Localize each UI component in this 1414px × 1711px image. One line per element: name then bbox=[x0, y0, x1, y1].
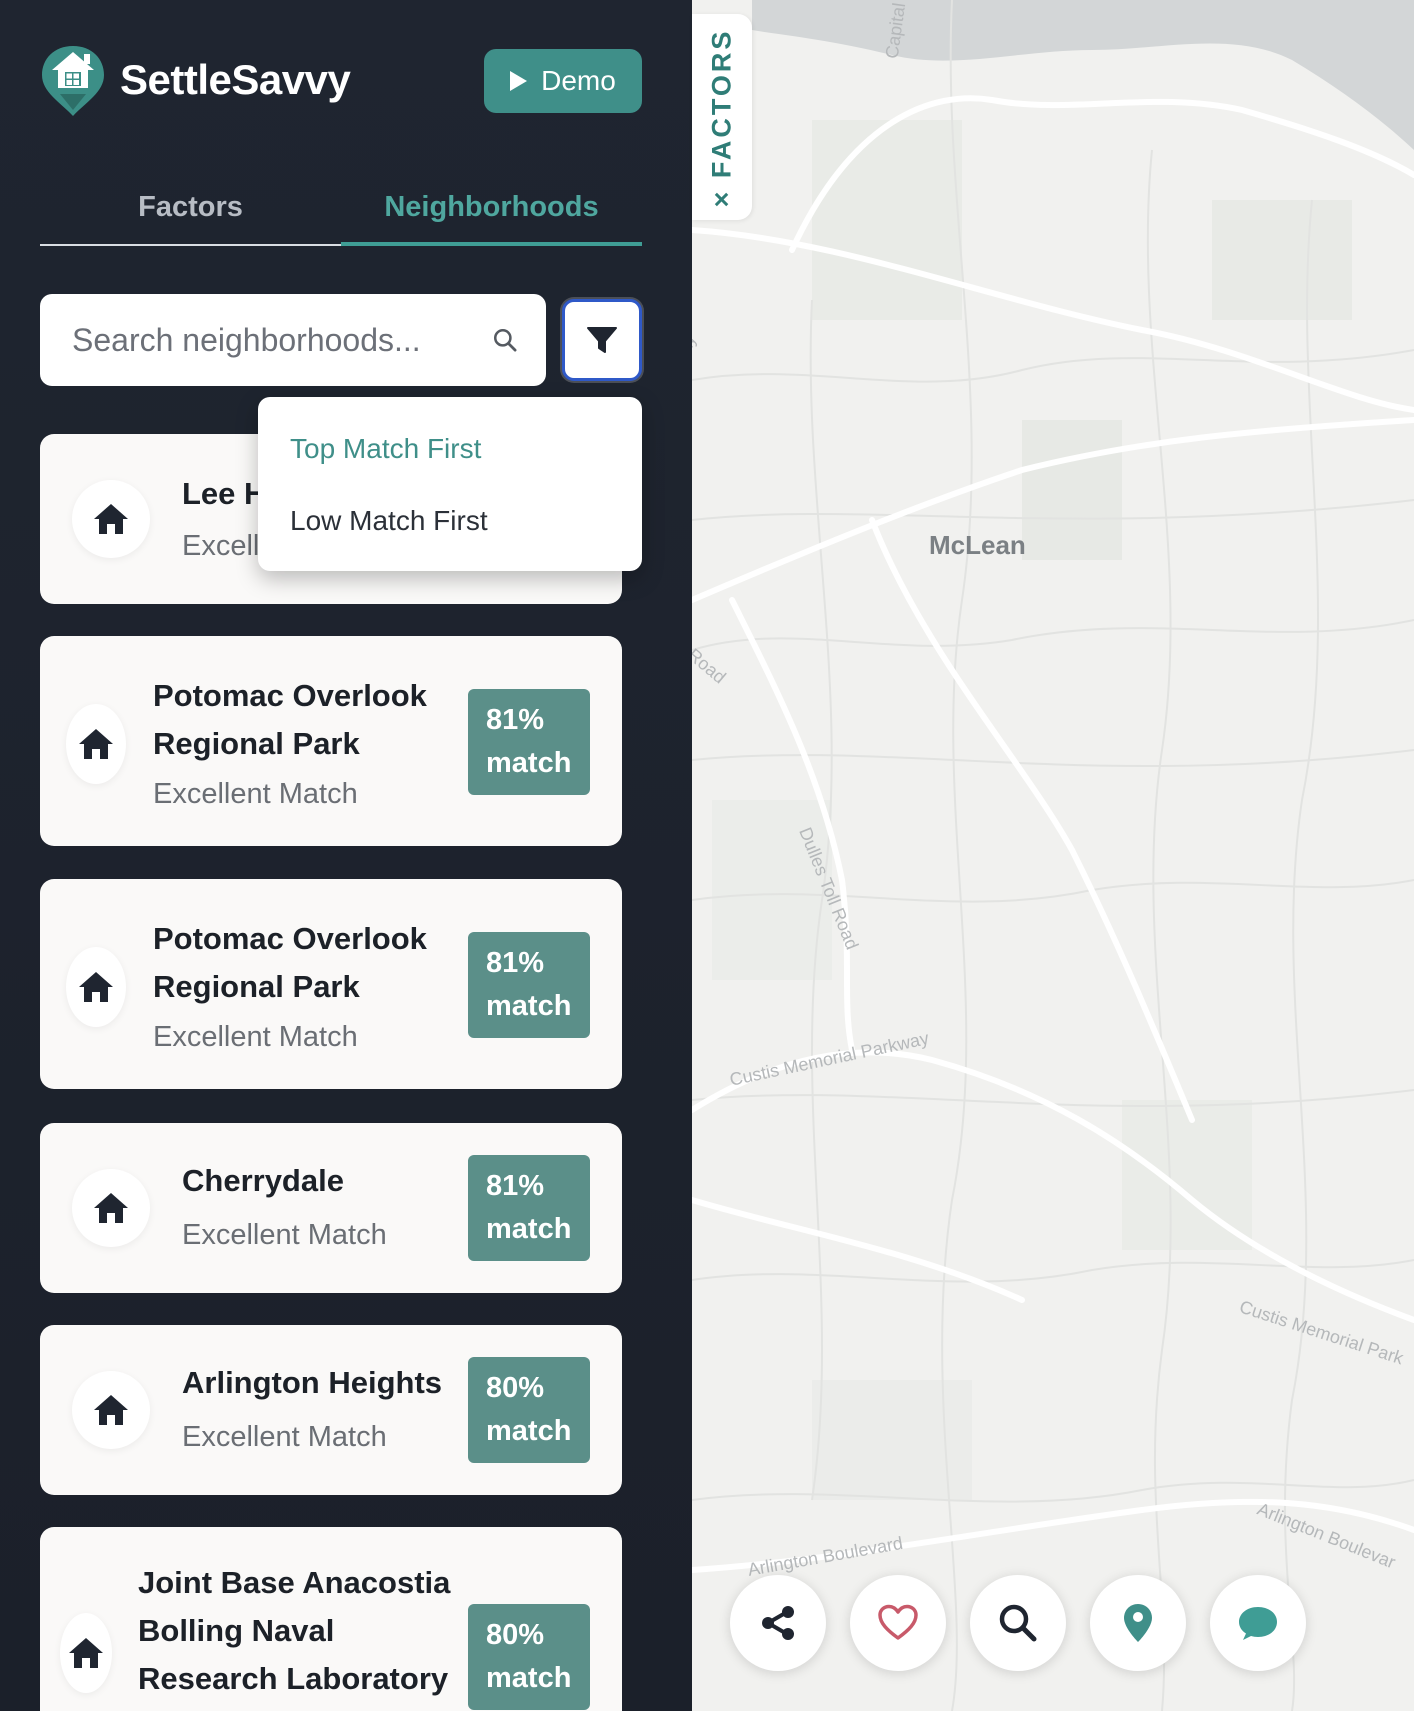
location-pin-icon bbox=[1124, 1604, 1152, 1642]
match-rating: Excellent Match bbox=[182, 1219, 387, 1251]
search-icon bbox=[999, 1604, 1037, 1642]
match-word: match bbox=[486, 747, 572, 779]
match-rating: Excellent Match bbox=[182, 1421, 387, 1453]
chat-button[interactable] bbox=[1210, 1575, 1306, 1671]
map-canvas bbox=[692, 0, 1414, 1711]
demo-button-label: Demo bbox=[541, 65, 616, 96]
neighborhood-name-line: Joint Base Anacostia bbox=[138, 1565, 451, 1600]
match-percent: 80% bbox=[486, 1619, 545, 1651]
logo-icon bbox=[42, 46, 104, 116]
neighborhood-name-line: Regional Park bbox=[153, 969, 360, 1004]
home-icon bbox=[69, 1638, 103, 1668]
location-button[interactable] bbox=[1090, 1575, 1186, 1671]
home-icon bbox=[79, 972, 113, 1002]
neighborhood-card[interactable]: Arlington Heights Excellent Match 80% ma… bbox=[40, 1325, 622, 1495]
share-button[interactable] bbox=[730, 1575, 826, 1671]
match-percent: 80% bbox=[486, 1372, 545, 1404]
avatar bbox=[72, 480, 150, 558]
search-box bbox=[40, 294, 546, 386]
home-icon bbox=[79, 729, 113, 759]
factors-toggle-label: × FACTORS bbox=[706, 28, 737, 208]
neighborhood-name: Arlington Heights bbox=[182, 1365, 443, 1400]
avatar bbox=[72, 1371, 150, 1449]
filter-icon bbox=[587, 327, 617, 353]
active-tab-indicator bbox=[341, 242, 642, 246]
tab-bar: Factors Neighborhoods bbox=[40, 170, 642, 246]
neighborhood-name-line: Bolling Naval bbox=[138, 1613, 335, 1648]
match-word: match bbox=[486, 1213, 572, 1245]
avatar bbox=[72, 1169, 150, 1247]
match-percent: 81% bbox=[486, 947, 545, 979]
match-rating: Excellent Match bbox=[153, 1021, 358, 1053]
match-percent: 81% bbox=[486, 704, 545, 736]
tab-factors[interactable]: Factors bbox=[40, 170, 341, 244]
match-badge: 80% match bbox=[468, 1604, 590, 1710]
neighborhood-name-line: Regional Park bbox=[153, 726, 360, 761]
match-percent: 81% bbox=[486, 1170, 545, 1202]
play-icon bbox=[510, 71, 528, 91]
neighborhood-card[interactable]: Cherrydale Excellent Match 81% match bbox=[40, 1123, 622, 1293]
search-map-button[interactable] bbox=[970, 1575, 1066, 1671]
filter-button[interactable] bbox=[562, 299, 642, 381]
match-word: match bbox=[486, 990, 572, 1022]
map[interactable]: Capital tway Road Dulles Toll Road Custi… bbox=[692, 0, 1414, 1711]
neighborhood-name-line: Potomac Overlook bbox=[153, 921, 427, 956]
match-rating: Excellent Match bbox=[153, 778, 358, 810]
chat-icon bbox=[1239, 1607, 1277, 1640]
factors-toggle[interactable]: × FACTORS bbox=[692, 14, 752, 220]
avatar bbox=[66, 704, 126, 784]
sidebar: SettleSavvy Demo Factors Neighborhoods T… bbox=[0, 0, 692, 1711]
neighborhood-card[interactable]: Potomac Overlook Regional Park Excellent… bbox=[40, 879, 622, 1089]
neighborhood-name: Lee H bbox=[182, 476, 267, 511]
city-label: McLean bbox=[929, 530, 1026, 560]
home-icon bbox=[94, 1395, 128, 1425]
heart-icon bbox=[878, 1604, 918, 1640]
tab-neighborhoods[interactable]: Neighborhoods bbox=[341, 170, 642, 244]
neighborhood-name-line: Potomac Overlook bbox=[153, 678, 427, 713]
avatar bbox=[66, 947, 126, 1027]
sort-option-top-match[interactable]: Top Match First bbox=[290, 433, 481, 465]
avatar bbox=[60, 1613, 112, 1693]
neighborhood-card[interactable]: Potomac Overlook Regional Park Excellent… bbox=[40, 636, 622, 846]
app-title: SettleSavvy bbox=[120, 56, 351, 103]
neighborhood-name-line: Research Laboratory bbox=[138, 1661, 449, 1696]
match-badge: 81% match bbox=[468, 932, 590, 1038]
favorite-button[interactable] bbox=[850, 1575, 946, 1671]
search-input[interactable] bbox=[72, 321, 492, 359]
neighborhood-card[interactable]: Joint Base Anacostia Bolling Naval Resea… bbox=[40, 1527, 622, 1711]
sort-option-low-match[interactable]: Low Match First bbox=[290, 505, 488, 537]
demo-button[interactable]: Demo bbox=[484, 49, 642, 113]
neighborhood-name: Cherrydale bbox=[182, 1163, 344, 1198]
search-icon[interactable] bbox=[492, 322, 518, 358]
match-word: match bbox=[486, 1415, 572, 1447]
home-icon bbox=[94, 504, 128, 534]
match-rating: Excell bbox=[182, 530, 260, 562]
match-badge: 81% match bbox=[468, 689, 590, 795]
match-badge: 81% match bbox=[468, 1155, 590, 1261]
match-badge: 80% match bbox=[468, 1357, 590, 1463]
home-icon bbox=[94, 1193, 128, 1223]
share-icon bbox=[762, 1606, 794, 1640]
match-word: match bbox=[486, 1662, 572, 1694]
sort-dropdown: Top Match First Low Match First bbox=[258, 397, 642, 571]
